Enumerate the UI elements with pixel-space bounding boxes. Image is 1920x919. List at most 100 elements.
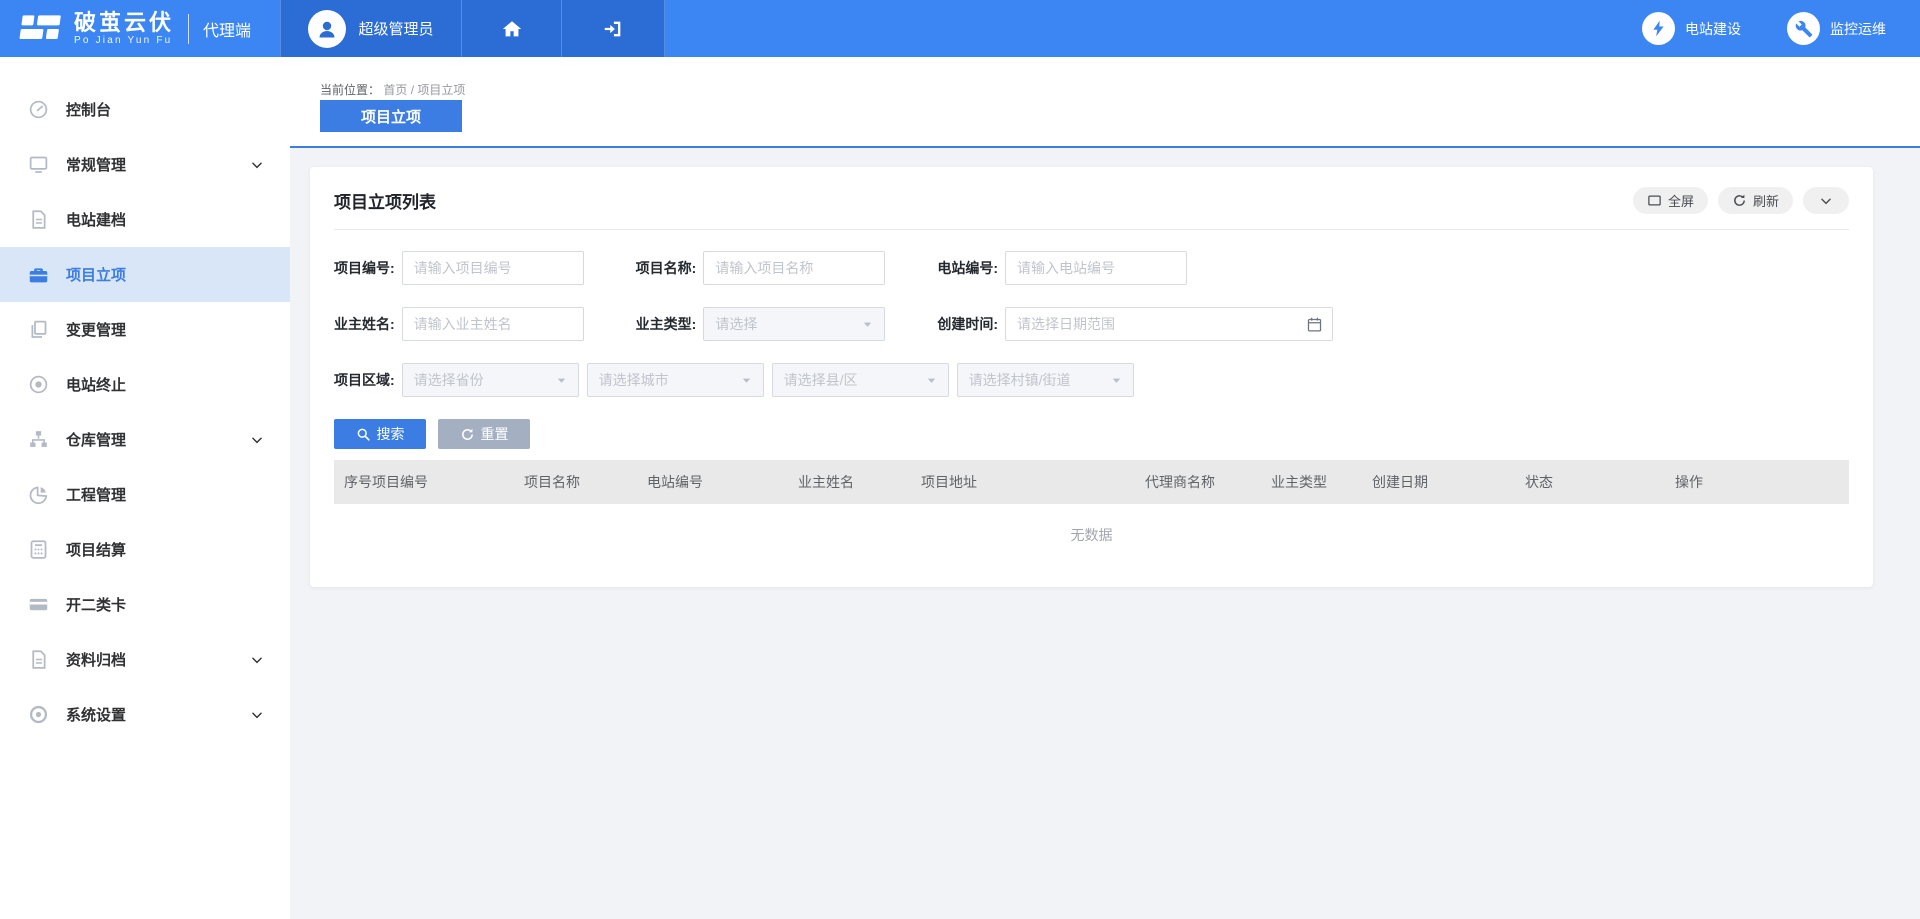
logout-button[interactable] (562, 0, 665, 57)
station-no-input[interactable] (1005, 251, 1187, 285)
topbar: 当前位置： 首页 / 项目立项 项目立项 (290, 57, 1920, 148)
project-no-input[interactable] (402, 251, 584, 285)
copy-pages-icon (28, 319, 49, 340)
col-create-date: 创建日期 (1372, 472, 1525, 492)
filter-owner-name: 业主姓名: (334, 307, 584, 341)
tab-project-initiation[interactable]: 项目立项 (320, 100, 462, 132)
monitor-icon (28, 154, 49, 175)
nav-station-label: 电站建设 (1685, 19, 1741, 39)
document-icon (28, 209, 49, 230)
reset-button[interactable]: 重置 (438, 419, 530, 449)
col-agent-name: 代理商名称 (1145, 472, 1271, 492)
target-icon (28, 704, 49, 725)
chevron-down-icon (250, 653, 264, 667)
city-select[interactable]: 请选择城市 (587, 363, 764, 397)
col-actions: 操作 (1675, 472, 1849, 492)
col-station-no: 电站编号 (647, 472, 798, 492)
refresh-icon (1732, 193, 1747, 208)
home-button[interactable] (462, 0, 562, 57)
table-header: 序号 项目编号 项目名称 电站编号 业主姓名 项目地址 代理商名称 业主类型 创… (334, 460, 1849, 504)
col-project-name: 项目名称 (524, 472, 647, 492)
home-icon (501, 18, 523, 40)
nav-station-build[interactable]: 电站建设 (1642, 12, 1741, 45)
col-index: 序号 (344, 472, 372, 492)
town-select[interactable]: 请选择村镇/街道 (957, 363, 1134, 397)
project-name-input[interactable] (703, 251, 885, 285)
chevron-down-icon (1819, 194, 1833, 208)
collapse-button[interactable] (1803, 187, 1849, 214)
sidebar-item-dashboard[interactable]: 控制台 (0, 82, 290, 137)
breadcrumb: 当前位置： 首页 / 项目立项 (290, 57, 1920, 97)
fullscreen-icon (1647, 193, 1662, 208)
panel-title: 项目立项列表 (334, 188, 436, 213)
gauge-icon (28, 99, 49, 120)
filter-region: 项目区域: 请选择省份 请选择城市 请选择县/区 请选择村镇/街道 (334, 363, 1142, 397)
col-owner-type: 业主类型 (1271, 472, 1372, 492)
avatar (308, 10, 346, 48)
breadcrumb-prefix: 当前位置： (320, 83, 380, 97)
header-dark-section: 超级管理员 (280, 0, 665, 57)
search-button[interactable]: 搜索 (334, 419, 426, 449)
brand-portal-label: 代理端 (188, 14, 251, 44)
owner-name-input[interactable] (402, 307, 584, 341)
col-address: 项目地址 (921, 472, 1145, 492)
caret-down-icon (926, 375, 937, 386)
fullscreen-button[interactable]: 全屏 (1633, 187, 1708, 214)
calculator-icon (28, 539, 49, 560)
document-icon (28, 649, 49, 670)
filter-create-time: 创建时间: (937, 307, 1333, 341)
owner-type-select[interactable]: 请选择 (703, 307, 885, 341)
app-header: 破茧云伏 Po Jian Yun Fu 代理端 超级管理员 (0, 0, 1920, 57)
sidebar-item-data-archive[interactable]: 资料归档 (0, 632, 290, 687)
sidebar-item-station-terminate[interactable]: 电站终止 (0, 357, 290, 412)
sidebar-item-change-mgmt[interactable]: 变更管理 (0, 302, 290, 357)
reset-icon (460, 427, 475, 442)
user-menu[interactable]: 超级管理员 (280, 0, 462, 57)
lightning-icon (1649, 19, 1668, 38)
caret-down-icon (741, 375, 752, 386)
search-icon (356, 427, 371, 442)
sidebar: 控制台 常规管理 电站建档 项目立项 变更管理 (0, 57, 290, 919)
caret-down-icon (556, 375, 567, 386)
sidebar-item-engineering-mgmt[interactable]: 工程管理 (0, 467, 290, 522)
filter-project-no: 项目编号: (334, 251, 584, 285)
province-select[interactable]: 请选择省份 (402, 363, 579, 397)
sidebar-item-open-card[interactable]: 开二类卡 (0, 577, 290, 632)
empty-state: 无数据 (334, 504, 1849, 566)
col-status: 状态 (1525, 472, 1675, 492)
chevron-down-icon (250, 708, 264, 722)
brand: 破茧云伏 Po Jian Yun Fu 代理端 (0, 0, 280, 57)
caret-down-icon (862, 319, 873, 330)
nav-monitor-ops[interactable]: 监控运维 (1787, 12, 1886, 45)
breadcrumb-path[interactable]: 首页 / 项目立项 (383, 83, 465, 97)
sidebar-item-warehouse-mgmt[interactable]: 仓库管理 (0, 412, 290, 467)
refresh-button[interactable]: 刷新 (1718, 187, 1793, 214)
date-range-input[interactable] (1005, 307, 1333, 341)
filter-form: 项目编号: 项目名称: 电站编号: 业主姓名: 业主类型: (334, 230, 1849, 449)
briefcase-icon (28, 264, 49, 285)
chevron-down-icon (250, 158, 264, 172)
sidebar-item-project-initiation[interactable]: 项目立项 (0, 247, 290, 302)
filter-station-no: 电站编号: (937, 251, 1187, 285)
col-project-no: 项目编号 (372, 472, 524, 492)
county-select[interactable]: 请选择县/区 (772, 363, 949, 397)
user-icon (315, 17, 339, 41)
caret-down-icon (1111, 375, 1122, 386)
sidebar-item-general-mgmt[interactable]: 常规管理 (0, 137, 290, 192)
chevron-down-icon (250, 433, 264, 447)
project-list-panel: 项目立项列表 全屏 刷新 (310, 167, 1873, 587)
sidebar-item-station-archive[interactable]: 电站建档 (0, 192, 290, 247)
pie-chart-icon (28, 484, 49, 505)
record-circle-icon (28, 374, 49, 395)
user-name: 超级管理员 (358, 18, 433, 39)
header-quick-nav: 电站建设 监控运维 (1642, 0, 1920, 57)
nav-monitor-label: 监控运维 (1830, 19, 1886, 39)
sidebar-item-project-settlement[interactable]: 项目结算 (0, 522, 290, 577)
brand-subtitle: Po Jian Yun Fu (74, 36, 174, 47)
brand-logo-icon (18, 9, 62, 49)
logout-icon (602, 18, 624, 40)
project-table: 序号 项目编号 项目名称 电站编号 业主姓名 项目地址 代理商名称 业主类型 创… (334, 460, 1849, 566)
brand-title: 破茧云伏 (74, 11, 174, 34)
sidebar-item-system-settings[interactable]: 系统设置 (0, 687, 290, 742)
wrench-icon (1795, 20, 1813, 38)
